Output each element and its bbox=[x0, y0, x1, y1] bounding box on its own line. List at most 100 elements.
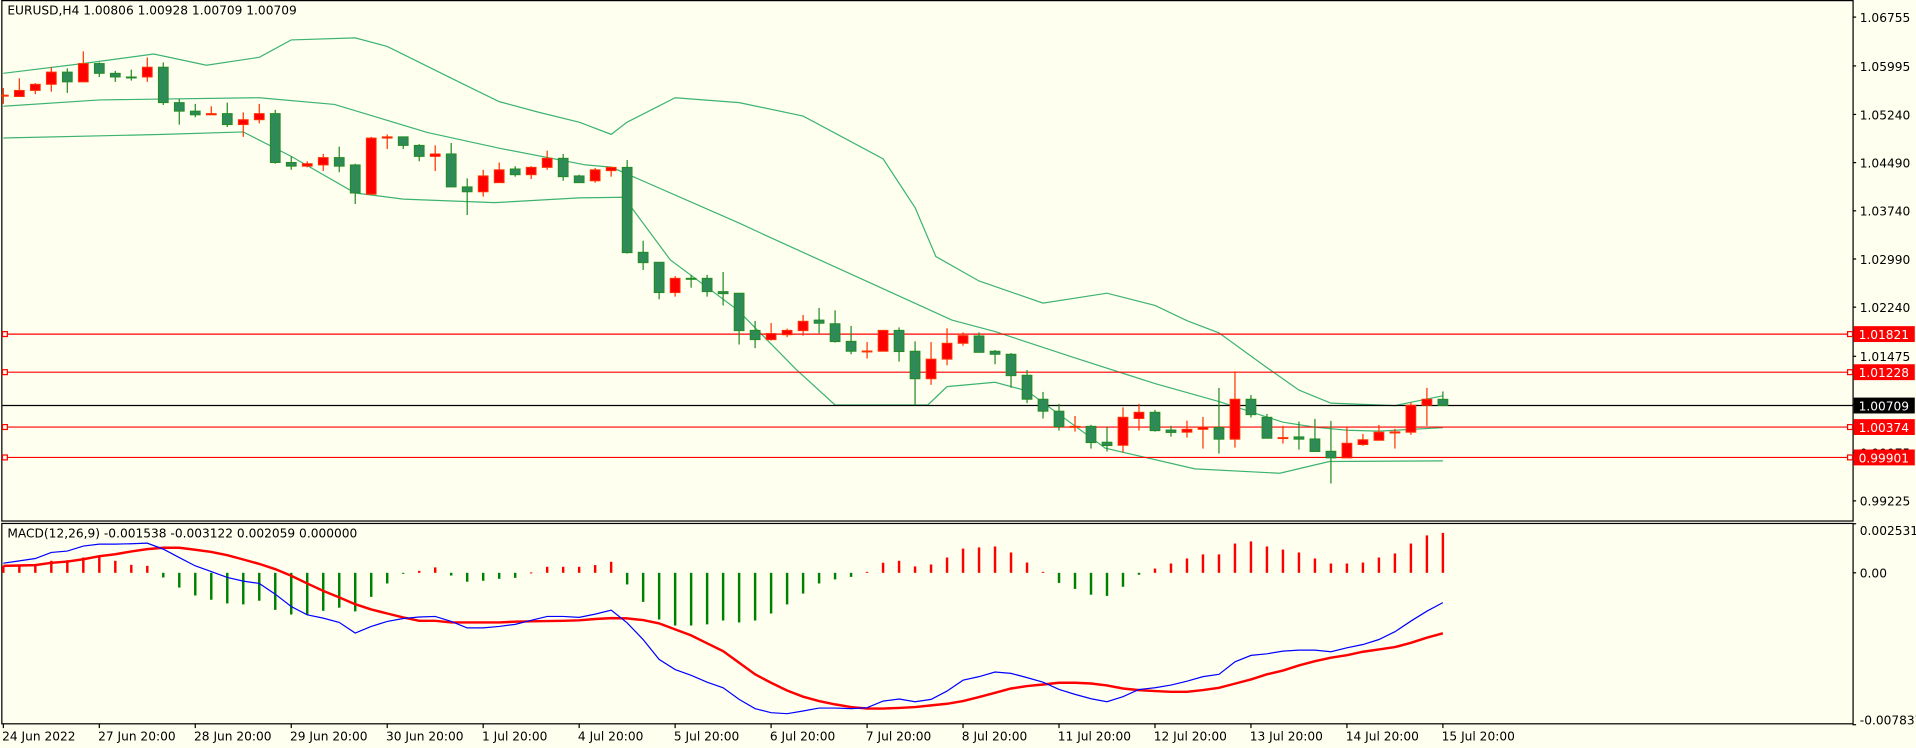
bearish-candle[interactable] bbox=[573, 174, 585, 184]
macd-histogram-bar bbox=[274, 572, 277, 610]
macd-histogram-bar bbox=[1201, 554, 1205, 573]
level-anchor-handle[interactable] bbox=[1, 369, 8, 376]
trading-chart[interactable]: 1.06755 1.05995 1.05240 1.04490 1.03740 1.029… bbox=[0, 0, 1916, 748]
macd-histogram-bar bbox=[673, 572, 677, 626]
time-axis-label: 1 Jul 20:00 bbox=[482, 729, 547, 743]
bearish-candle[interactable] bbox=[621, 160, 633, 254]
level-anchor-handle[interactable] bbox=[1846, 369, 1854, 376]
macd-histogram-bar bbox=[98, 555, 101, 573]
macd-histogram-bar bbox=[1233, 543, 1237, 573]
candle-body bbox=[173, 102, 185, 112]
candle-body bbox=[109, 72, 121, 78]
macd-histogram-bar bbox=[1425, 535, 1429, 573]
bullish-candle[interactable] bbox=[589, 168, 601, 183]
level-price-label: 0.99901 bbox=[1859, 451, 1909, 465]
candle-body bbox=[749, 329, 761, 341]
candle-body bbox=[717, 291, 729, 295]
level-anchor-handle[interactable] bbox=[1, 454, 8, 461]
time-axis-label: 6 Jul 20:00 bbox=[770, 729, 835, 743]
macd-histogram-bar bbox=[705, 572, 709, 625]
candle-body bbox=[1245, 398, 1257, 416]
candle-body bbox=[1037, 398, 1049, 412]
level-anchor-handle[interactable] bbox=[1846, 454, 1854, 461]
macd-histogram-bar bbox=[385, 572, 389, 584]
macd-histogram-bar bbox=[657, 572, 661, 620]
time-axis-label: 30 Jun 20:00 bbox=[386, 729, 464, 743]
time-axis-label: 29 Jun 20:00 bbox=[290, 729, 368, 743]
level-anchor-handle[interactable] bbox=[1, 423, 8, 431]
macd-histogram-bar bbox=[1041, 571, 1045, 573]
bearish-candle[interactable] bbox=[269, 109, 281, 164]
bullish-candle[interactable] bbox=[365, 136, 377, 195]
bullish-candle[interactable] bbox=[1405, 402, 1417, 435]
candle-body bbox=[1437, 398, 1449, 407]
level-anchor-handle[interactable] bbox=[1846, 331, 1854, 338]
candle-body bbox=[701, 277, 713, 293]
candle-body bbox=[29, 83, 41, 91]
candle-body bbox=[157, 66, 169, 104]
macd-histogram-bar bbox=[609, 561, 613, 573]
macd-histogram-bar bbox=[1361, 562, 1365, 573]
candle-body bbox=[317, 157, 329, 166]
level-price-label: 1.01821 bbox=[1859, 328, 1909, 342]
price-axis-label: 1.06755 bbox=[1860, 11, 1910, 25]
macd-histogram-bar bbox=[306, 572, 309, 615]
macd-histogram-bar bbox=[945, 557, 949, 573]
candle-body bbox=[797, 320, 809, 332]
candle-body bbox=[669, 277, 681, 294]
candle-body bbox=[333, 157, 345, 167]
bearish-candle[interactable] bbox=[1021, 369, 1033, 404]
candle-body bbox=[1341, 442, 1353, 459]
macd-histogram-bar bbox=[785, 572, 789, 605]
candle-body bbox=[589, 169, 601, 182]
macd-histogram-bar bbox=[817, 572, 821, 584]
macd-histogram-bar bbox=[849, 572, 853, 577]
macd-histogram-bar bbox=[210, 572, 213, 600]
candle-body bbox=[1181, 428, 1193, 433]
candle-body bbox=[397, 136, 409, 146]
candle-body bbox=[1213, 427, 1225, 440]
macd-histogram-bar bbox=[338, 572, 341, 608]
macd-histogram-bar bbox=[513, 572, 517, 578]
candle-body bbox=[61, 71, 73, 83]
candle-body bbox=[1085, 425, 1097, 444]
macd-histogram-bar bbox=[1281, 549, 1285, 573]
macd-histogram-bar bbox=[1265, 546, 1269, 573]
level-anchor-handle[interactable] bbox=[1846, 423, 1854, 431]
macd-histogram-bar bbox=[1169, 563, 1173, 573]
price-axis-label: 1.02240 bbox=[1860, 301, 1910, 315]
candle-body bbox=[973, 335, 985, 353]
candle-body bbox=[829, 323, 841, 343]
macd-histogram-bar bbox=[370, 572, 373, 597]
macd-histogram-bar bbox=[641, 572, 645, 602]
candle-body bbox=[637, 251, 649, 264]
candle-body bbox=[845, 340, 857, 352]
macd-histogram-bar bbox=[689, 572, 693, 626]
bullish-candle[interactable] bbox=[877, 329, 889, 352]
level-anchor-handle[interactable] bbox=[1, 331, 8, 338]
macd-histogram-bar bbox=[242, 572, 245, 605]
candle-body bbox=[221, 113, 233, 126]
candle-body bbox=[125, 76, 137, 79]
current-price-label: 1.00709 bbox=[1859, 399, 1909, 413]
macd-histogram-bar bbox=[1073, 572, 1077, 589]
bearish-candle[interactable] bbox=[157, 62, 169, 106]
macd-histogram-bar bbox=[146, 565, 149, 573]
candle-body bbox=[365, 137, 377, 195]
macd-histogram-bar bbox=[258, 572, 261, 601]
candle-body bbox=[493, 169, 505, 184]
macd-histogram-bar bbox=[1009, 552, 1013, 573]
macd-histogram-bar bbox=[194, 572, 197, 596]
bearish-candle[interactable] bbox=[1149, 409, 1161, 432]
candle-body bbox=[941, 342, 953, 360]
macd-histogram-bar bbox=[1313, 558, 1317, 573]
price-axis-label: 1.03740 bbox=[1860, 205, 1910, 219]
macd-histogram-bar bbox=[1185, 558, 1189, 573]
bearish-candle[interactable] bbox=[557, 153, 569, 181]
candle-body bbox=[957, 335, 969, 344]
macd-histogram-bar bbox=[753, 572, 757, 621]
bearish-candle[interactable] bbox=[1261, 413, 1273, 439]
time-axis-label: 15 Jul 20:00 bbox=[1442, 729, 1515, 743]
macd-histogram-bar bbox=[1329, 563, 1333, 573]
level-price-label: 1.00374 bbox=[1859, 421, 1910, 435]
